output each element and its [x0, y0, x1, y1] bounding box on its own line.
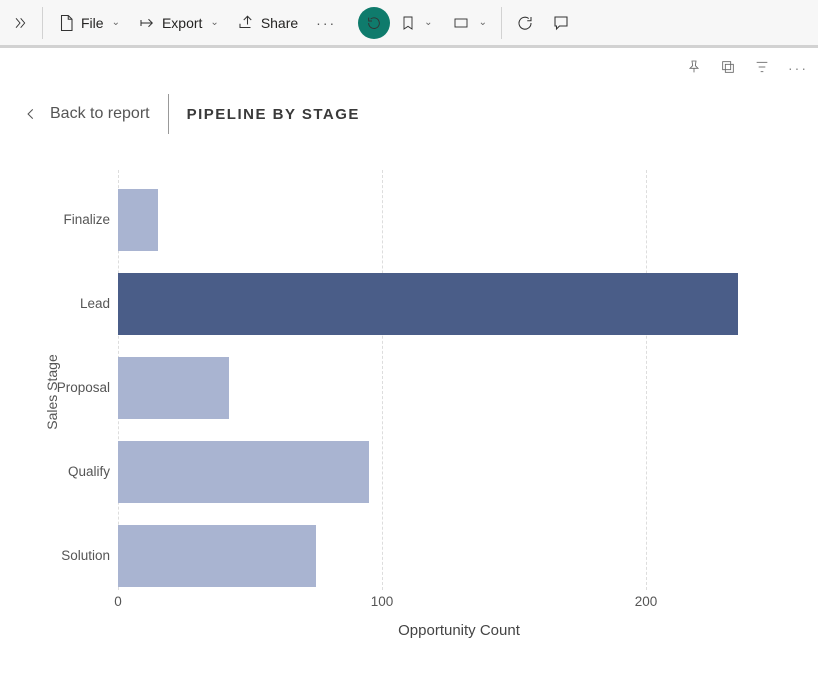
export-label: Export: [162, 15, 202, 31]
share-icon: [237, 14, 255, 32]
bar-solution[interactable]: [118, 525, 316, 587]
category-label: Qualify: [30, 464, 110, 479]
chevron-down-icon: ⌄: [479, 17, 487, 28]
visual-header: Back to report Pipeline by Stage: [0, 84, 818, 152]
x-axis-title: Opportunity Count: [118, 622, 800, 639]
x-tick-label: 100: [371, 594, 394, 609]
category-label: Finalize: [30, 212, 110, 227]
refresh-icon: [366, 15, 382, 31]
category-label: Proposal: [30, 380, 110, 395]
export-menu[interactable]: Export ⌄: [130, 5, 227, 41]
bookmark-menu[interactable]: ⌄: [392, 5, 440, 41]
file-icon: [57, 14, 75, 32]
file-label: File: [81, 15, 104, 31]
comment-icon: [552, 14, 570, 32]
bar-proposal[interactable]: [118, 357, 229, 419]
grid-line: [646, 170, 647, 590]
chart: Sales Stage Opportunity Count 0100200Fin…: [30, 162, 800, 622]
file-menu[interactable]: File ⌄: [49, 5, 128, 41]
divider: [501, 7, 502, 39]
chevron-down-icon: ⌄: [424, 17, 432, 28]
expand-button[interactable]: [4, 5, 36, 41]
copy-button[interactable]: [720, 59, 736, 78]
export-icon: [138, 14, 156, 32]
divider: [42, 7, 43, 39]
rectangle-icon: [451, 15, 471, 31]
chevron-down-icon: ⌄: [112, 17, 120, 28]
x-tick-label: 0: [114, 594, 122, 609]
reset-button[interactable]: [358, 7, 390, 39]
filter-button[interactable]: [754, 59, 770, 78]
bar-qualify[interactable]: [118, 441, 369, 503]
chevron-double-right-icon: [12, 15, 28, 31]
share-label: Share: [261, 15, 298, 31]
plot-area: [118, 170, 778, 590]
pin-button[interactable]: [686, 59, 702, 78]
refresh-icon: [516, 14, 534, 32]
visual-title: Pipeline by Stage: [187, 106, 360, 123]
visual-actions: ···: [0, 48, 818, 84]
bar-lead[interactable]: [118, 273, 738, 335]
x-tick-label: 200: [635, 594, 658, 609]
back-to-report-button[interactable]: Back to report: [24, 105, 150, 123]
category-label: Lead: [30, 296, 110, 311]
category-label: Solution: [30, 548, 110, 563]
chevron-down-icon: ⌄: [210, 17, 218, 28]
ellipsis-icon: ···: [316, 15, 336, 31]
more-options-button[interactable]: ···: [788, 60, 808, 76]
back-label: Back to report: [50, 105, 150, 123]
share-button[interactable]: Share: [229, 5, 306, 41]
bookmark-icon: [400, 14, 416, 32]
refresh-button[interactable]: [508, 5, 542, 41]
divider: [168, 94, 169, 134]
comment-button[interactable]: [544, 5, 578, 41]
bar-finalize[interactable]: [118, 189, 158, 251]
app-toolbar: File ⌄ Export ⌄ Share ··· ⌄ ⌄: [0, 0, 818, 48]
grid-line: [382, 170, 383, 590]
more-button[interactable]: ···: [308, 5, 344, 41]
view-menu[interactable]: ⌄: [443, 5, 495, 41]
